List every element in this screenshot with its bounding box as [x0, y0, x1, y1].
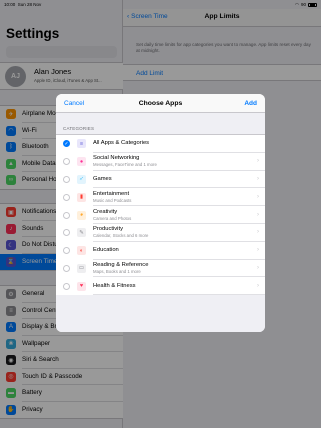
chevron-right-icon: ›: [257, 265, 259, 272]
empty-circle-icon[interactable]: [63, 264, 70, 272]
chevron-right-icon: ›: [257, 247, 259, 254]
category-subtitle: Music and Podcasts: [93, 197, 132, 203]
add-button[interactable]: Add: [244, 100, 257, 107]
empty-circle-icon[interactable]: [63, 158, 70, 166]
category-title: Productivity: [93, 226, 123, 233]
category-subtitle: Camera and Photos: [93, 215, 132, 221]
heart-icon: ♥: [77, 281, 86, 291]
modal-title: Choose Apps: [138, 100, 183, 107]
book-icon: ▭: [77, 263, 86, 273]
category-title: Reading & Reference: [93, 261, 149, 268]
checkmark-circle-icon[interactable]: ✓: [63, 140, 70, 148]
empty-circle-icon[interactable]: [63, 282, 70, 290]
category-subtitle: Messages, FaceTime and 1 more: [93, 162, 157, 168]
chevron-right-icon: ›: [257, 158, 259, 165]
category-row[interactable]: ◐ Education ›: [56, 242, 265, 260]
category-row[interactable]: ▭ Reading & Reference Maps, Books and 1 mo…: [56, 260, 265, 278]
chevron-right-icon: ›: [257, 282, 259, 289]
category-row[interactable]: ▮ Entertainment Music and Podcasts ›: [56, 188, 265, 207]
speech-bubble-icon: ●: [77, 157, 86, 167]
category-title: Health & Fitness: [93, 282, 136, 289]
modal-nav-bar: Cancel Choose Apps Add: [56, 94, 265, 113]
modal-body: CATEGORIES ✓ ≡ All Apps & Categories ● Socia…: [56, 113, 265, 332]
category-title: Social Networking: [93, 155, 140, 162]
stack-icon: ≡: [77, 139, 86, 149]
category-row[interactable]: ✓ ≡ All Apps & Categories: [56, 135, 265, 153]
empty-circle-icon[interactable]: [63, 247, 70, 255]
empty-circle-icon[interactable]: [63, 211, 70, 219]
category-row[interactable]: ➶ Games ›: [56, 171, 265, 189]
category-row[interactable]: ◕ Creativity Camera and Photos ›: [56, 206, 265, 224]
category-title: All Apps & Categories: [93, 140, 150, 147]
empty-circle-icon[interactable]: [63, 175, 70, 183]
chevron-right-icon: ›: [257, 193, 259, 200]
category-title: Games: [93, 175, 112, 182]
rocket-icon: ➶: [77, 174, 86, 184]
category-title: Creativity: [93, 208, 118, 215]
popcorn-icon: ▮: [77, 192, 86, 202]
chevron-right-icon: ›: [257, 176, 259, 183]
pencil-icon: ✎: [77, 228, 86, 238]
category-title: Education: [93, 247, 119, 254]
globe-icon: ◐: [77, 246, 86, 256]
chevron-right-icon: ›: [257, 211, 259, 218]
category-subtitle: Maps, Books and 1 more: [93, 268, 141, 274]
category-row[interactable]: ● Social Networking Messages, FaceTime and…: [56, 153, 265, 171]
category-row[interactable]: ✎ Productivity Calendar, Stocks and 6 more…: [56, 224, 265, 242]
palette-icon: ◕: [77, 210, 86, 220]
empty-circle-icon[interactable]: [63, 193, 70, 201]
category-subtitle: Calendar, Stocks and 6 more: [93, 233, 149, 239]
chevron-right-icon: ›: [257, 229, 259, 236]
category-list: ✓ ≡ All Apps & Categories ● Social Networkin…: [56, 134, 265, 296]
section-header-categories: CATEGORIES: [63, 126, 95, 131]
category-row[interactable]: ♥ Health & Fitness ›: [56, 277, 265, 296]
choose-apps-modal: Cancel Choose Apps Add CATEGORIES ✓ ≡ All …: [56, 94, 265, 332]
empty-circle-icon[interactable]: [63, 229, 70, 237]
category-title: Entertainment: [93, 190, 130, 197]
